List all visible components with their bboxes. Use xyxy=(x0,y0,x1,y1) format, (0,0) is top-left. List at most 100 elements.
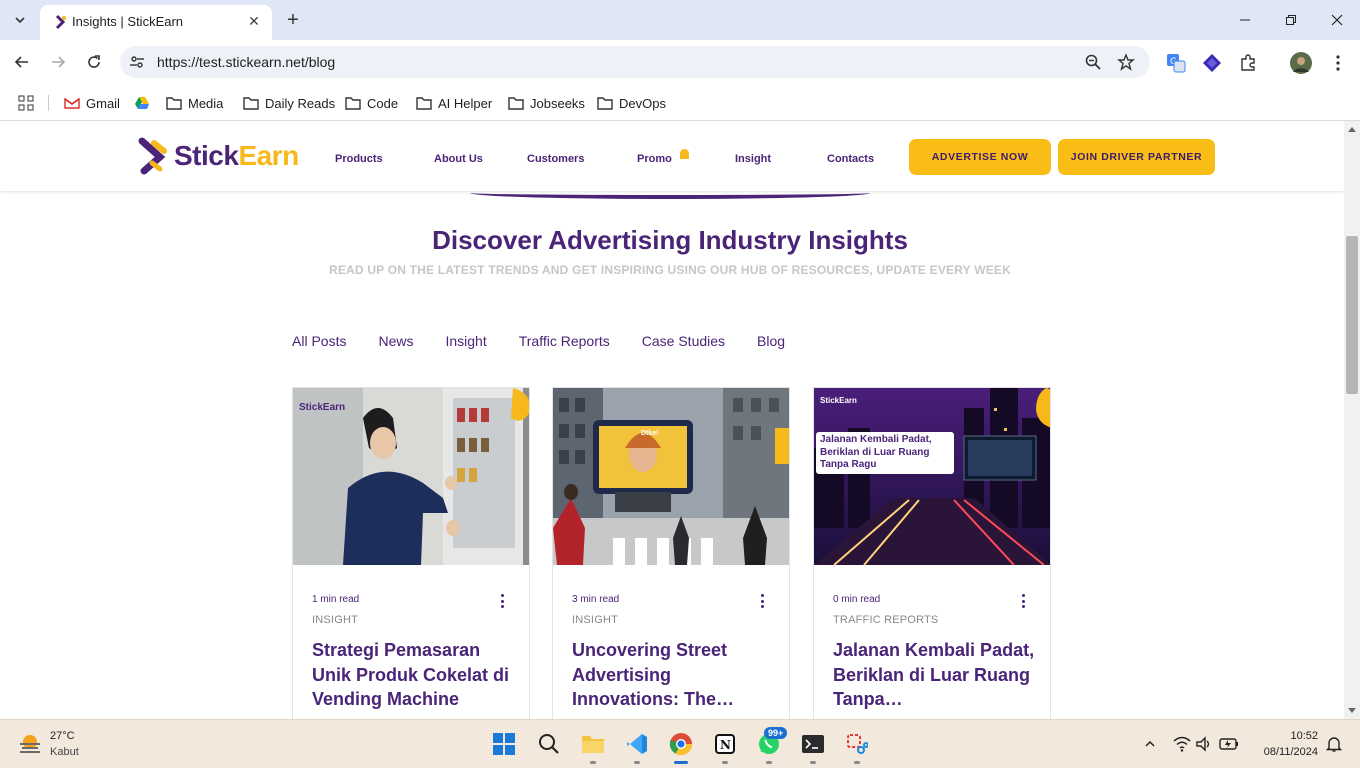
taskbar-search-button[interactable] xyxy=(536,731,562,757)
file-explorer-button[interactable] xyxy=(580,731,606,757)
extensions-button[interactable] xyxy=(1237,52,1259,74)
active-tab[interactable]: Insights | StickEarn ✕ xyxy=(40,5,272,40)
zoom-icon[interactable] xyxy=(1084,53,1102,71)
page-scrollbar[interactable] xyxy=(1344,121,1360,719)
join-driver-partner-button[interactable]: JOIN DRIVER PARTNER xyxy=(1058,139,1215,175)
chrome-button[interactable] xyxy=(668,731,694,757)
restore-icon xyxy=(1286,15,1296,25)
weather-temperature: 27°C xyxy=(50,730,75,742)
running-indicator xyxy=(766,761,772,764)
clock-time[interactable]: 10:52 xyxy=(1240,730,1318,742)
start-button[interactable] xyxy=(491,731,517,757)
nav-insight[interactable]: Insight xyxy=(735,153,771,165)
google-drive-icon xyxy=(135,97,149,109)
profile-avatar[interactable] xyxy=(1290,52,1312,74)
nav-products[interactable]: Products xyxy=(335,153,383,165)
vscode-button[interactable] xyxy=(624,731,650,757)
show-hidden-icons-button[interactable] xyxy=(1140,734,1160,754)
tab-title: Insights | StickEarn xyxy=(72,14,184,29)
google-translate-icon[interactable]: G xyxy=(1165,52,1187,74)
battery-button[interactable] xyxy=(1219,734,1239,754)
reload-icon xyxy=(88,55,100,68)
bookmark-folder-jobseeks[interactable]: Jobseeks xyxy=(508,93,585,113)
scroll-up-icon[interactable] xyxy=(1348,127,1356,132)
card-image[interactable]: StickEarn Jalanan Kembali Padat, Berikla… xyxy=(814,388,1050,565)
more-options-icon[interactable] xyxy=(1022,594,1026,608)
filter-case-studies[interactable]: Case Studies xyxy=(642,333,725,349)
browser-menu-button[interactable] xyxy=(1327,52,1349,74)
bookmark-label: Media xyxy=(188,95,224,111)
city-traffic-photo xyxy=(814,388,1050,565)
scroll-down-icon[interactable] xyxy=(1348,708,1356,713)
restore-button[interactable] xyxy=(1268,0,1314,40)
nav-contacts[interactable]: Contacts xyxy=(827,153,874,165)
bookmark-gmail[interactable]: Gmail xyxy=(64,93,120,113)
clock-date[interactable]: 08/11/2024 xyxy=(1240,746,1318,758)
vending-machine-photo xyxy=(293,388,529,565)
nav-about-us[interactable]: About Us xyxy=(434,153,483,165)
extension-diamond-icon[interactable] xyxy=(1201,52,1223,74)
address-bar[interactable]: https://test.stickearn.net/blog xyxy=(120,46,1150,78)
nav-promo[interactable]: Promo xyxy=(637,153,672,165)
diamond-icon xyxy=(1203,54,1221,72)
network-button[interactable] xyxy=(1172,734,1192,754)
apps-button[interactable] xyxy=(18,93,34,113)
snipping-tool-button[interactable] xyxy=(844,731,870,757)
page-title: Discover Advertising Industry Insights xyxy=(432,225,908,255)
card-title[interactable]: Jalanan Kembali Padat, Beriklan di Luar … xyxy=(833,638,1038,712)
site-settings-icon[interactable] xyxy=(129,54,145,70)
advertise-now-button[interactable]: ADVERTISE NOW xyxy=(909,139,1051,175)
bookmark-label: Gmail xyxy=(86,95,120,111)
bookmark-folder-code[interactable]: Code xyxy=(345,93,398,113)
reload-button[interactable] xyxy=(80,48,108,76)
bookmark-folder-ai-helper[interactable]: AI Helper xyxy=(416,93,492,113)
vscode-icon xyxy=(627,734,647,754)
filter-all-posts[interactable]: All Posts xyxy=(292,333,346,349)
filter-traffic-reports[interactable]: Traffic Reports xyxy=(519,333,610,349)
bookmark-star-icon[interactable] xyxy=(1117,53,1135,71)
url-text: https://test.stickearn.net/blog xyxy=(157,54,336,70)
blog-card[interactable]: StickEarn 1 min read INSIGHT Strategi Pe… xyxy=(292,387,530,719)
notion-button[interactable]: N xyxy=(712,731,738,757)
more-options-icon[interactable] xyxy=(761,594,765,608)
minimize-button[interactable] xyxy=(1222,0,1268,40)
notifications-button[interactable] xyxy=(1324,734,1344,754)
card-image[interactable]: Dtke! xyxy=(553,388,789,565)
scroll-thumb[interactable] xyxy=(1346,236,1358,394)
running-indicator xyxy=(810,761,816,764)
more-options-icon[interactable] xyxy=(501,594,505,608)
bookmark-folder-daily-reads[interactable]: Daily Reads xyxy=(243,93,335,113)
close-window-button[interactable] xyxy=(1314,0,1360,40)
filter-news[interactable]: News xyxy=(378,333,413,349)
stickearn-logo[interactable]: StickEarn xyxy=(138,137,299,175)
notion-icon: N xyxy=(715,734,735,754)
nav-customers[interactable]: Customers xyxy=(527,153,584,165)
volume-button[interactable] xyxy=(1194,734,1214,754)
running-indicator xyxy=(722,761,728,764)
terminal-button[interactable] xyxy=(800,731,826,757)
windows-taskbar: 27°C Kabut N 99+ 10:52 08/11/2024 xyxy=(0,719,1360,768)
fog-weather-icon[interactable] xyxy=(18,732,42,756)
filter-insight[interactable]: Insight xyxy=(445,333,486,349)
card-title[interactable]: Uncovering Street Advertising Innovation… xyxy=(572,638,777,712)
back-button[interactable] xyxy=(8,48,36,76)
new-tab-button[interactable]: + xyxy=(281,8,305,32)
card-image[interactable]: StickEarn xyxy=(293,388,529,565)
header-decorative-arc xyxy=(470,187,870,199)
bookmark-google-drive[interactable] xyxy=(134,93,150,113)
forward-button[interactable] xyxy=(44,48,72,76)
logo-earn-text: Earn xyxy=(238,140,299,171)
bookmark-label: AI Helper xyxy=(438,95,493,111)
blog-card[interactable]: Dtke! 3 min read INSIGHT Uncovering Stre… xyxy=(552,387,790,719)
card-category: TRAFFIC REPORTS xyxy=(833,614,939,626)
svg-text:N: N xyxy=(720,738,731,752)
bookmark-divider xyxy=(48,95,49,111)
blog-card[interactable]: StickEarn Jalanan Kembali Padat, Berikla… xyxy=(813,387,1051,719)
card-title[interactable]: Strategi Pemasaran Unik Produk Cokelat d… xyxy=(312,638,517,712)
close-tab-icon[interactable]: ✕ xyxy=(245,12,263,30)
tab-search-button[interactable] xyxy=(6,6,34,34)
logo-wordmark: StickEarn xyxy=(174,140,299,172)
filter-blog[interactable]: Blog xyxy=(757,333,785,349)
bookmark-folder-media[interactable]: Media xyxy=(166,93,223,113)
bookmark-folder-devops[interactable]: DevOps xyxy=(597,93,666,113)
